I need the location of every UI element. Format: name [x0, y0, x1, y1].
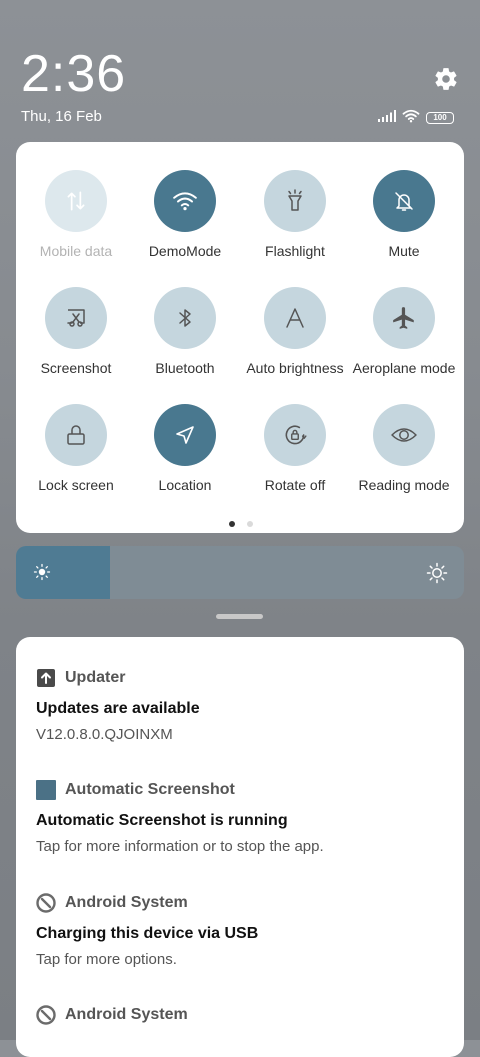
app-name: Updater: [65, 669, 126, 686]
brightness-high-icon: [426, 562, 448, 589]
screenshot-button[interactable]: [45, 287, 107, 349]
notification-android-system-usb[interactable]: Android System Charging this device via …: [36, 893, 446, 969]
tile-label: Rotate off: [264, 477, 326, 493]
battery-icon: 100: [426, 112, 454, 124]
airplane-icon: [393, 307, 414, 329]
auto-brightness-button[interactable]: [264, 287, 326, 349]
brightness-low-icon: [33, 563, 51, 586]
tile-label: Reading mode: [358, 477, 450, 493]
notification-title: Updates are available: [36, 700, 200, 717]
rotate-off-button[interactable]: [264, 404, 326, 466]
app-name: Android System: [65, 1006, 188, 1023]
eye-icon: [391, 428, 417, 442]
tile-label: Location: [158, 477, 212, 493]
tile-flashlight[interactable]: Flashlight: [240, 170, 350, 259]
status-icons: 100: [378, 108, 454, 128]
bell-off-icon: [395, 192, 413, 211]
tile-aeroplane-mode[interactable]: Aeroplane mode: [349, 287, 459, 376]
quick-settings-panel: Mobile data DemoMode Flashlight Mute Scr…: [16, 142, 464, 533]
drag-handle[interactable]: [216, 614, 263, 619]
screenshot-icon: [67, 309, 85, 327]
notification-android-system[interactable]: Android System: [36, 1005, 446, 1025]
tile-location[interactable]: Location: [130, 404, 240, 493]
mobile-data-button[interactable]: [45, 170, 107, 232]
tile-label: Lock screen: [38, 477, 114, 493]
notification-body: Tap for more options.: [36, 951, 177, 968]
notification-header: Automatic Screenshot: [36, 780, 446, 800]
notification-automatic-screenshot[interactable]: Automatic Screenshot Automatic Screensho…: [36, 780, 446, 856]
notification-title: Charging this device via USB: [36, 925, 259, 942]
brightness-fill[interactable]: [16, 546, 111, 599]
location-icon: [176, 426, 194, 444]
rotate-lock-icon: [285, 425, 307, 445]
mobile-data-icon: [67, 191, 85, 211]
brightness-slider[interactable]: [16, 546, 464, 599]
notification-body: Tap for more information or to stop the …: [36, 838, 324, 855]
notification-updater[interactable]: Updater Updates are available V12.0.8.0.…: [36, 668, 446, 744]
mute-button[interactable]: [373, 170, 435, 232]
page-dot-1[interactable]: [229, 521, 235, 527]
notification-header: Android System: [36, 893, 446, 913]
tile-label: Mobile data: [39, 243, 113, 259]
android-system-icon: [36, 1005, 56, 1025]
tile-label: Flashlight: [265, 243, 325, 259]
tile-mobile-data[interactable]: Mobile data: [21, 170, 131, 259]
notification-header: Android System: [36, 1005, 446, 1025]
wifi-status-icon: [402, 109, 420, 128]
notification-panel: Updater Updates are available V12.0.8.0.…: [16, 637, 464, 1057]
aeroplane-mode-button[interactable]: [373, 287, 435, 349]
bluetooth-icon: [179, 309, 191, 327]
notification-body: V12.0.8.0.QJOINXM: [36, 726, 173, 743]
tile-auto-brightness[interactable]: Auto brightness: [240, 287, 350, 376]
lock-icon: [67, 425, 85, 445]
android-system-icon: [36, 893, 56, 913]
page-dot-2[interactable]: [247, 521, 253, 527]
signal-icon: [378, 109, 396, 127]
settings-gear-icon[interactable]: [433, 66, 459, 92]
demomode-button[interactable]: [154, 170, 216, 232]
tile-reading-mode[interactable]: Reading mode: [349, 404, 459, 493]
updater-icon: [36, 668, 56, 688]
auto-brightness-icon: [286, 308, 304, 328]
tile-label: Screenshot: [40, 360, 112, 376]
page-indicator: [229, 521, 253, 527]
reading-mode-button[interactable]: [373, 404, 435, 466]
clock[interactable]: 2:36: [21, 44, 126, 104]
app-square-icon: [36, 780, 56, 800]
lock-screen-button[interactable]: [45, 404, 107, 466]
notification-title: Automatic Screenshot is running: [36, 812, 288, 829]
tile-label: Auto brightness: [246, 360, 344, 376]
wifi-icon: [173, 192, 197, 211]
tile-label: DemoMode: [148, 243, 222, 259]
app-name: Automatic Screenshot: [65, 781, 235, 798]
tile-demomode[interactable]: DemoMode: [130, 170, 240, 259]
notification-header: Updater: [36, 668, 446, 688]
bluetooth-button[interactable]: [154, 287, 216, 349]
flashlight-button[interactable]: [264, 170, 326, 232]
tile-label: Mute: [388, 243, 420, 259]
tile-screenshot[interactable]: Screenshot: [21, 287, 131, 376]
tile-mute[interactable]: Mute: [349, 170, 459, 259]
location-button[interactable]: [154, 404, 216, 466]
tile-lock-screen[interactable]: Lock screen: [21, 404, 131, 493]
flashlight-icon: [288, 189, 302, 211]
tile-label: Bluetooth: [155, 360, 215, 376]
status-area: 2:36 Thu, 16 Feb 100: [0, 0, 480, 140]
app-name: Android System: [65, 894, 188, 911]
date[interactable]: Thu, 16 Feb: [21, 108, 102, 125]
battery-level: 100: [433, 113, 447, 122]
tile-label: Aeroplane mode: [352, 360, 456, 376]
tile-rotate-off[interactable]: Rotate off: [240, 404, 350, 493]
tile-bluetooth[interactable]: Bluetooth: [130, 287, 240, 376]
